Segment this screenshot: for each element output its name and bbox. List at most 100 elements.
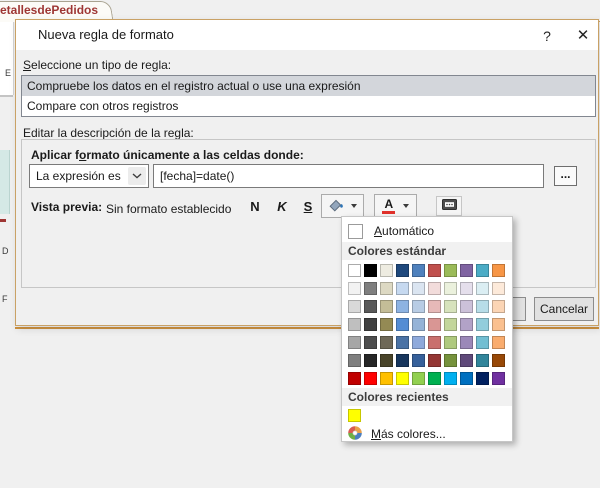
color-swatch[interactable] xyxy=(476,354,489,367)
close-icon[interactable]: ✕ xyxy=(572,27,594,45)
color-swatch[interactable] xyxy=(444,318,457,331)
color-swatch[interactable] xyxy=(492,336,505,349)
color-swatch[interactable] xyxy=(428,282,441,295)
rule-type-listbox[interactable]: Compruebe los datos en el registro actua… xyxy=(21,75,596,117)
color-swatch[interactable] xyxy=(428,336,441,349)
color-swatch[interactable] xyxy=(476,282,489,295)
color-swatch[interactable] xyxy=(492,354,505,367)
color-swatch[interactable] xyxy=(428,372,441,385)
color-swatch[interactable] xyxy=(348,318,361,331)
color-swatch[interactable] xyxy=(460,264,473,277)
color-swatch[interactable] xyxy=(348,372,361,385)
color-swatch[interactable] xyxy=(460,282,473,295)
font-color-button[interactable]: N A xyxy=(374,194,417,218)
color-swatch[interactable] xyxy=(396,318,409,331)
color-swatch[interactable] xyxy=(412,282,425,295)
color-swatch[interactable] xyxy=(396,264,409,277)
color-swatch[interactable] xyxy=(428,300,441,313)
color-swatch[interactable] xyxy=(476,372,489,385)
color-swatch[interactable] xyxy=(396,282,409,295)
help-icon[interactable]: ? xyxy=(536,27,558,45)
color-swatch[interactable] xyxy=(412,300,425,313)
background-divider-fragment xyxy=(0,95,13,97)
color-swatch[interactable] xyxy=(412,372,425,385)
fill-color-button[interactable] xyxy=(321,194,364,218)
color-swatch[interactable] xyxy=(412,318,425,331)
color-swatch[interactable] xyxy=(412,336,425,349)
color-swatch[interactable] xyxy=(380,372,393,385)
combo-chevron-icon[interactable] xyxy=(128,167,146,185)
color-swatch[interactable] xyxy=(364,300,377,313)
color-swatch[interactable] xyxy=(348,300,361,313)
color-swatch[interactable] xyxy=(380,336,393,349)
color-swatch[interactable] xyxy=(380,264,393,277)
italic-button[interactable]: K xyxy=(272,196,292,218)
color-swatch[interactable] xyxy=(492,300,505,313)
background-field-fragment xyxy=(0,150,10,214)
color-swatch[interactable] xyxy=(348,336,361,349)
color-swatch[interactable] xyxy=(396,300,409,313)
color-swatch[interactable] xyxy=(364,336,377,349)
swatch-row xyxy=(348,264,505,277)
color-swatch[interactable] xyxy=(396,354,409,367)
color-swatch[interactable] xyxy=(476,318,489,331)
color-swatch[interactable] xyxy=(492,282,505,295)
dropdown-arrow-icon[interactable] xyxy=(351,204,357,208)
color-swatch[interactable] xyxy=(460,318,473,331)
enabled-toggle-button[interactable] xyxy=(436,196,462,216)
cancel-button[interactable]: Cancelar xyxy=(534,297,594,321)
color-swatch[interactable] xyxy=(364,372,377,385)
color-swatch[interactable] xyxy=(476,336,489,349)
color-swatch[interactable] xyxy=(460,336,473,349)
dropdown-arrow-icon[interactable] xyxy=(402,204,409,208)
automatic-color-item[interactable]: Automático xyxy=(348,221,434,241)
color-swatch[interactable] xyxy=(444,372,457,385)
expression-builder-button[interactable]: ... xyxy=(554,166,577,186)
color-swatch[interactable] xyxy=(428,318,441,331)
color-swatch[interactable] xyxy=(476,264,489,277)
bold-button[interactable]: N xyxy=(245,196,265,218)
color-swatch[interactable] xyxy=(444,336,457,349)
color-swatch[interactable] xyxy=(492,264,505,277)
color-swatch[interactable] xyxy=(460,354,473,367)
color-swatch[interactable] xyxy=(492,372,505,385)
color-swatch[interactable] xyxy=(428,354,441,367)
color-swatch[interactable] xyxy=(348,264,361,277)
more-colors-item[interactable]: Más colores... xyxy=(348,424,446,444)
color-swatch[interactable] xyxy=(380,354,393,367)
color-swatch[interactable] xyxy=(444,282,457,295)
color-swatch[interactable] xyxy=(380,282,393,295)
color-swatch[interactable] xyxy=(444,354,457,367)
color-swatch[interactable] xyxy=(428,264,441,277)
color-swatch[interactable] xyxy=(380,300,393,313)
color-swatch[interactable] xyxy=(412,264,425,277)
rule-type-option[interactable]: Compare con otros registros xyxy=(22,96,595,116)
color-swatch[interactable] xyxy=(412,354,425,367)
color-swatch[interactable] xyxy=(380,318,393,331)
form-tab-label[interactable]: etallesdePedidos xyxy=(0,3,110,17)
rule-type-option[interactable]: Compruebe los datos en el registro actua… xyxy=(22,76,595,96)
swatch-row xyxy=(348,372,505,385)
swatch-row xyxy=(348,318,505,331)
color-swatch[interactable] xyxy=(364,318,377,331)
color-swatch[interactable] xyxy=(364,282,377,295)
background-text-fragment: F xyxy=(2,294,8,304)
condition-type-combobox[interactable]: La expresión es xyxy=(29,164,149,188)
color-swatch[interactable] xyxy=(396,372,409,385)
color-swatch[interactable] xyxy=(348,282,361,295)
color-swatch[interactable] xyxy=(348,409,361,422)
color-swatch[interactable] xyxy=(396,336,409,349)
color-swatch[interactable] xyxy=(348,354,361,367)
color-swatch[interactable] xyxy=(460,372,473,385)
color-swatch[interactable] xyxy=(444,300,457,313)
preview-label: Vista previa: xyxy=(31,200,103,214)
color-swatch[interactable] xyxy=(364,264,377,277)
color-swatch[interactable] xyxy=(476,300,489,313)
expression-input[interactable]: [fecha]=date() xyxy=(153,164,544,188)
color-swatch[interactable] xyxy=(444,264,457,277)
color-swatch[interactable] xyxy=(460,300,473,313)
underline-button[interactable]: S xyxy=(298,196,318,218)
color-swatch[interactable] xyxy=(492,318,505,331)
color-swatch[interactable] xyxy=(364,354,377,367)
automatic-color-swatch[interactable] xyxy=(348,223,363,239)
